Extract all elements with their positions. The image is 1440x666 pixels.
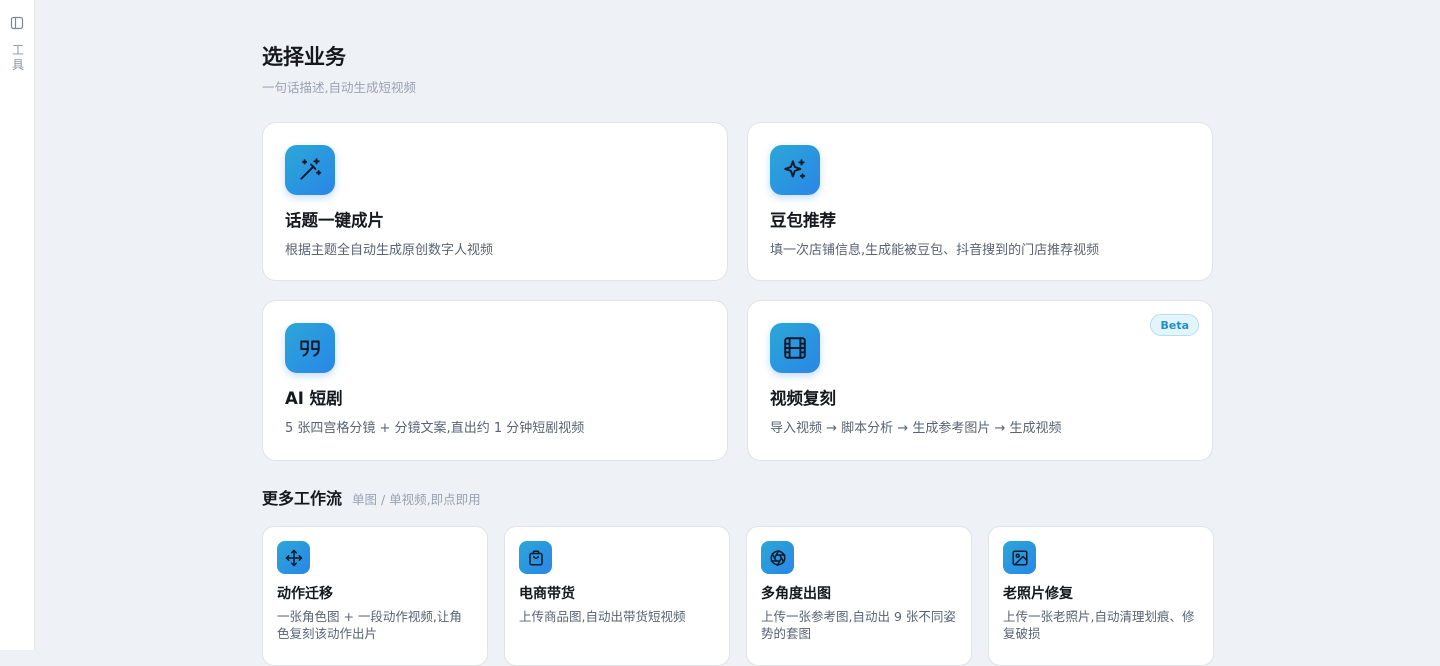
- card-title: 话题一键成片: [285, 211, 384, 230]
- magic-wand-icon: [285, 145, 335, 195]
- workflow-description: 上传商品图,自动出带货短视频: [519, 609, 686, 624]
- card-description: 导入视频 → 脚本分析 → 生成参考图片 → 生成视频: [770, 421, 1062, 436]
- card-description: 填一次店铺信息,生成能被豆包、抖音搜到的门店推荐视频: [770, 243, 1100, 258]
- card-title: 视频复刻: [770, 389, 836, 408]
- business-card-ai-drama[interactable]: AI 短剧 5 张四宫格分镜 + 分镜文案,直出约 1 分钟短剧视频: [262, 300, 728, 461]
- page-title: 选择业务: [262, 45, 346, 69]
- page-subtitle: 一句话描述,自动生成短视频: [262, 80, 416, 95]
- workflow-description: 一张角色图 + 一段动作视频,让角色复刻该动作出片: [277, 609, 462, 641]
- business-card-doubao-recommend[interactable]: 豆包推荐 填一次店铺信息,生成能被豆包、抖音搜到的门店推荐视频: [747, 122, 1213, 281]
- business-card-topic-video[interactable]: 话题一键成片 根据主题全自动生成原创数字人视频: [262, 122, 728, 281]
- workflow-description: 上传一张老照片,自动清理划痕、修复破损: [1003, 609, 1195, 641]
- workflow-title: 动作迁移: [277, 586, 333, 602]
- business-card-video-replicate[interactable]: Beta 视频复刻 导入视频 → 脚本分析 → 生成参考图片 → 生成视频: [747, 300, 1213, 461]
- workflow-card-photo-restore[interactable]: 老照片修复 上传一张老照片,自动清理划痕、修复破损: [988, 526, 1214, 666]
- card-description: 5 张四宫格分镜 + 分镜文案,直出约 1 分钟短剧视频: [285, 421, 585, 436]
- card-title: AI 短剧: [285, 389, 343, 408]
- section-title-workflows: 更多工作流: [262, 489, 343, 508]
- workflow-title: 老照片修复: [1003, 586, 1073, 602]
- workflow-card-multi-angle[interactable]: 多角度出图 上传一张参考图,自动出 9 张不同姿势的套图: [746, 526, 972, 666]
- workflow-description: 上传一张参考图,自动出 9 张不同姿势的套图: [761, 609, 956, 641]
- image-icon: [1003, 541, 1036, 574]
- workflow-title: 电商带货: [519, 586, 575, 602]
- workflow-title: 多角度出图: [761, 586, 831, 602]
- workflow-card-motion-transfer[interactable]: 动作迁移 一张角色图 + 一段动作视频,让角色复刻该动作出片: [262, 526, 488, 666]
- section-hint: 单图 / 单视频,即点即用: [352, 492, 481, 507]
- card-title: 豆包推荐: [770, 211, 836, 230]
- quote-icon: [285, 323, 335, 373]
- sidebar-toggle-icon[interactable]: [10, 16, 24, 30]
- move-icon: [277, 541, 310, 574]
- sidebar: 工具: [0, 0, 35, 650]
- card-description: 根据主题全自动生成原创数字人视频: [285, 243, 494, 258]
- sparkle-icon: [770, 145, 820, 195]
- film-icon: [770, 323, 820, 373]
- aperture-icon: [761, 541, 794, 574]
- sidebar-tools-label[interactable]: 工具: [11, 43, 25, 73]
- beta-badge: Beta: [1150, 314, 1199, 336]
- workflow-card-ecommerce[interactable]: 电商带货 上传商品图,自动出带货短视频: [504, 526, 730, 666]
- shopping-bag-icon: [519, 541, 552, 574]
